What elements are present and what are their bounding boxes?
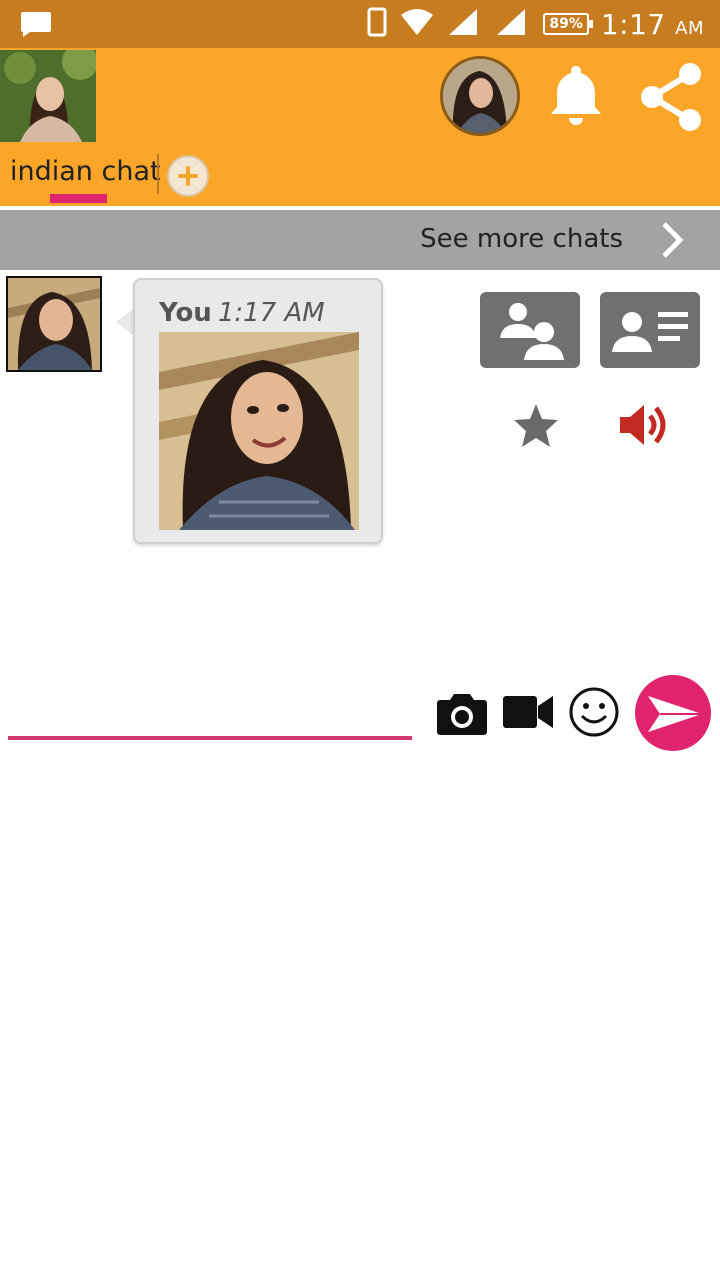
clock: 1:17 AM [601,8,704,41]
message-sender: You [159,298,212,328]
battery-indicator: 89% [543,13,593,35]
bell-icon[interactable] [548,62,604,130]
bubble-tail [116,308,134,336]
video-icon[interactable] [502,692,554,736]
group-chat-button[interactable] [480,292,580,368]
phone-icon [367,7,387,41]
app-header: indian chat [0,48,720,206]
signal-icon [447,7,483,41]
tab-active-indicator [50,194,107,203]
profile-card-button[interactable] [600,292,700,368]
group-icon [480,303,580,372]
status-bar: 89% 1:17 AM [0,0,720,48]
tab-indian-chat[interactable]: indian chat [10,156,161,187]
add-tab-button[interactable] [167,155,209,197]
see-more-chats-label: See more chats [420,224,623,254]
message-photo[interactable] [159,332,359,530]
star-icon[interactable] [512,402,560,452]
message-bubble[interactable]: You 1:17 AM [133,278,383,544]
message-input[interactable] [8,736,412,740]
user-avatar[interactable] [440,56,520,136]
send-button[interactable] [634,674,712,756]
share-icon[interactable] [638,62,706,136]
camera-icon[interactable] [436,690,488,740]
signal-icon [495,7,531,41]
message-time: 1:17 AM [217,298,325,328]
message-icon [20,10,52,42]
tab-divider [157,154,159,194]
sender-avatar[interactable] [6,276,102,372]
message-meta: You 1:17 AM [159,298,325,328]
see-more-chats-bar[interactable]: See more chats [0,210,720,270]
emoji-icon[interactable] [568,686,620,742]
profile-photo[interactable] [0,50,96,142]
wifi-icon [399,7,435,41]
speaker-icon[interactable] [618,402,670,452]
clock-ampm: AM [675,17,704,39]
chevron-right-icon [658,220,688,264]
profile-card-icon [600,312,700,372]
clock-time: 1:17 [600,7,666,41]
